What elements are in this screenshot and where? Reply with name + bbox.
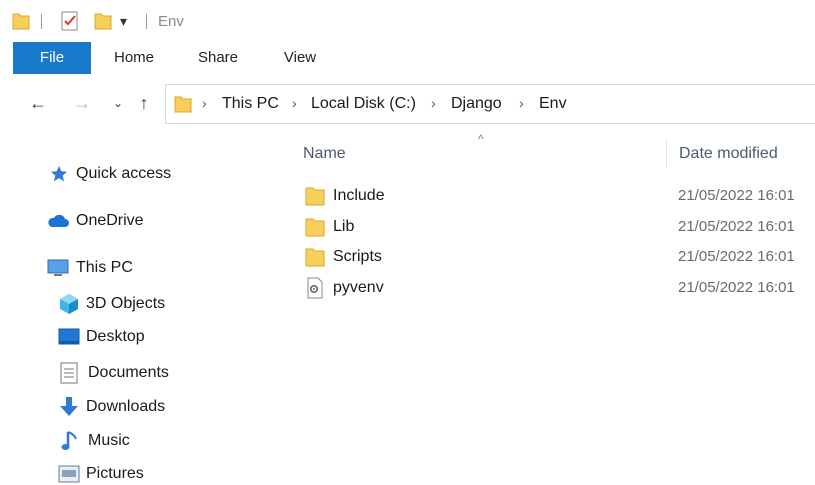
ribbon-tabs: File Home Share View [0, 42, 815, 74]
chevron-right-icon[interactable]: › [202, 95, 207, 111]
folder-icon[interactable] [12, 11, 30, 31]
window-title: Env [158, 13, 184, 30]
tab-share[interactable]: Share [188, 42, 248, 74]
file-name: Lib [333, 218, 355, 235]
new-folder-icon[interactable] [94, 11, 112, 31]
folder-icon [305, 218, 325, 237]
folder-icon [305, 248, 325, 267]
nav-onedrive[interactable]: OneDrive [46, 212, 144, 230]
chevron-right-icon[interactable]: › [519, 95, 524, 111]
tab-view[interactable]: View [270, 42, 330, 74]
navigation-pane: Quick access OneDrive This PC 3D Objects… [0, 140, 270, 485]
file-date: 21/05/2022 16:01 [678, 248, 795, 265]
recent-locations-chevron-icon[interactable]: ⌄ [108, 92, 128, 114]
document-icon [60, 362, 78, 384]
nav-documents[interactable]: Documents [60, 362, 169, 384]
file-row-lib[interactable]: Lib 21/05/2022 16:01 [305, 212, 815, 242]
file-date: 21/05/2022 16:01 [678, 187, 795, 204]
file-row-pyvenv[interactable]: pyvenv 21/05/2022 16:01 [305, 273, 815, 303]
back-arrow-icon[interactable]: ← [28, 92, 48, 114]
forward-arrow-icon[interactable]: → [72, 92, 92, 114]
file-row-include[interactable]: Include 21/05/2022 16:01 [305, 181, 815, 211]
nav-desktop[interactable]: Desktop [58, 328, 145, 346]
desktop-icon [58, 328, 80, 345]
nav-label: Pictures [86, 465, 144, 482]
folder-icon [174, 96, 192, 113]
breadcrumb-local-disk[interactable]: Local Disk (C:) [311, 95, 416, 113]
address-bar[interactable]: › This PC › Local Disk (C:) › Django › E… [165, 84, 815, 124]
download-arrow-icon [60, 397, 78, 416]
breadcrumb-this-pc[interactable]: This PC [222, 95, 279, 113]
column-header-name[interactable]: Name [303, 145, 346, 163]
column-header-date-modified[interactable]: Date modified [679, 145, 778, 163]
nav-label: Downloads [86, 398, 166, 415]
nav-music[interactable]: Music [60, 430, 130, 452]
sort-ascending-icon: ^ [478, 132, 484, 146]
file-date: 21/05/2022 16:01 [678, 218, 795, 235]
monitor-icon [47, 259, 69, 276]
nav-pictures[interactable]: Pictures [58, 465, 144, 483]
nav-label: OneDrive [76, 212, 144, 229]
chevron-right-icon[interactable]: › [431, 95, 436, 111]
nav-label: Documents [88, 364, 169, 381]
breadcrumb-env[interactable]: Env [539, 95, 567, 113]
nav-this-pc[interactable]: This PC [46, 258, 133, 278]
star-icon [50, 165, 68, 182]
customize-toolbar-icon[interactable]: ▾ [120, 13, 127, 30]
file-date: 21/05/2022 16:01 [678, 279, 795, 296]
title-bar: ▾ Env [0, 0, 815, 42]
tab-home[interactable]: Home [104, 42, 164, 74]
nav-label: This PC [76, 259, 133, 276]
nav-quick-access[interactable]: Quick access [48, 165, 171, 183]
picture-icon [58, 465, 80, 483]
up-arrow-icon[interactable]: ↑ [134, 92, 154, 114]
nav-label: Music [88, 432, 130, 449]
cube-icon [60, 294, 78, 314]
column-divider[interactable] [666, 138, 667, 168]
folder-icon [305, 187, 325, 206]
nav-3d-objects[interactable]: 3D Objects [58, 293, 165, 315]
nav-label: Desktop [86, 328, 145, 345]
properties-icon[interactable] [60, 11, 80, 31]
nav-label: 3D Objects [86, 295, 166, 312]
cloud-icon [48, 214, 69, 227]
file-name: Scripts [333, 248, 382, 265]
file-row-scripts[interactable]: Scripts 21/05/2022 16:01 [305, 242, 815, 272]
nav-label: Quick access [76, 165, 172, 182]
config-file-icon [307, 277, 323, 299]
chevron-right-icon[interactable]: › [292, 95, 297, 111]
file-name: Include [333, 187, 385, 204]
file-name: pyvenv [333, 279, 384, 296]
breadcrumb-django[interactable]: Django [451, 95, 502, 113]
nav-downloads[interactable]: Downloads [58, 396, 165, 418]
navigation-bar: ← → ⌄ ↑ › This PC › Local Disk (C:) › Dj… [0, 80, 815, 128]
music-note-icon [61, 431, 77, 450]
tab-file[interactable]: File [13, 42, 91, 74]
